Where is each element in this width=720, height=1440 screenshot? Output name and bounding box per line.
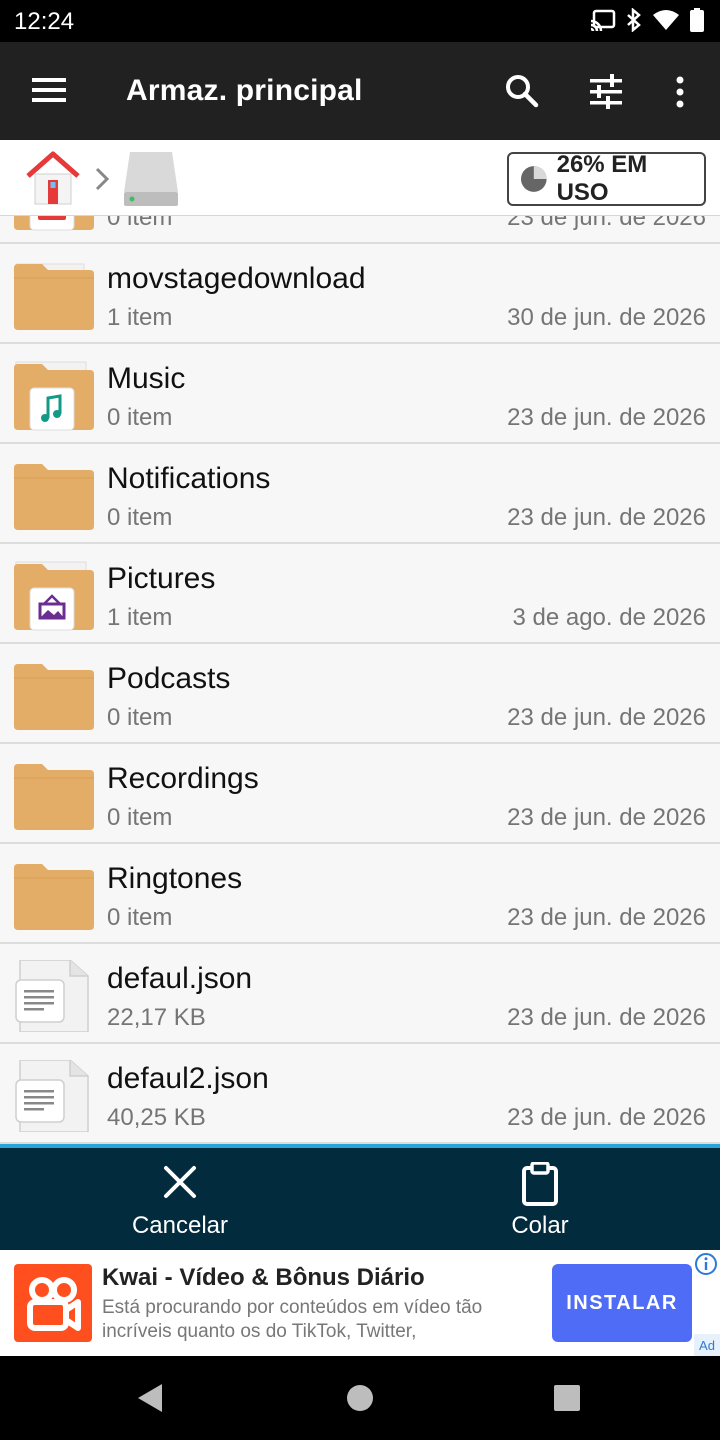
- folder-icon: [14, 664, 94, 730]
- file-date: 3 de ago. de 2026: [512, 604, 706, 631]
- home-nav-icon[interactable]: [346, 1384, 374, 1412]
- folder-icon: [14, 263, 94, 330]
- folder-icon: [14, 216, 94, 231]
- music-folder-icon: [14, 361, 94, 431]
- file-size: 0 item: [107, 804, 173, 831]
- menu-icon: [32, 78, 66, 102]
- breadcrumb-separator: [92, 164, 112, 199]
- folder-icon: [14, 864, 94, 930]
- search-button[interactable]: [498, 68, 546, 116]
- breadcrumb-home[interactable]: [24, 150, 82, 211]
- status-time: 12:24: [14, 8, 75, 35]
- paste-button[interactable]: Colar: [440, 1148, 640, 1250]
- app-bar: Armaz. principal: [0, 42, 720, 140]
- file-size: 0 item: [107, 904, 173, 931]
- list-item[interactable]: Podcasts 0 item 23 de jun. de 2026: [0, 644, 720, 744]
- file-name: Music: [107, 362, 186, 395]
- file-size: 0 item: [107, 504, 173, 531]
- cancel-label: Cancelar: [131, 1212, 229, 1239]
- info-icon[interactable]: [694, 1252, 718, 1276]
- ad-tag: Ad: [694, 1334, 720, 1356]
- file-date: 23 de jun. de 2026: [507, 404, 706, 431]
- more-options-button[interactable]: [664, 68, 696, 116]
- tune-icon: [590, 74, 622, 109]
- ad-banner[interactable]: Kwai - Vídeo & Bônus Diário Está procura…: [0, 1250, 720, 1356]
- kwai-logo-icon: [27, 1277, 81, 1331]
- wifi-icon: [653, 10, 679, 30]
- file-name: Pictures: [107, 562, 216, 595]
- list-item[interactable]: Recordings 0 item 23 de jun. de 2026: [0, 744, 720, 844]
- file-size: 0 item: [107, 404, 173, 431]
- cancel-button[interactable]: Cancelar: [80, 1148, 280, 1250]
- filter-button[interactable]: [582, 68, 630, 116]
- file-name: movstagedownload: [107, 262, 366, 295]
- folder-icon: [14, 764, 94, 830]
- pie-chart-icon: [520, 166, 547, 192]
- status-bar: 12:24: [0, 0, 720, 42]
- file-name: Podcasts: [107, 662, 231, 695]
- list-item[interactable]: Music 0 item 23 de jun. de 2026: [0, 344, 720, 444]
- file-size: 1 item: [107, 304, 173, 331]
- system-nav-bar: [0, 1356, 720, 1440]
- file-date: 23 de jun. de 2026: [507, 904, 706, 931]
- paste-action-bar: Cancelar Colar: [0, 1144, 720, 1250]
- home-icon: [26, 151, 80, 205]
- file-size: 40,25 KB: [107, 1104, 206, 1131]
- list-item[interactable]: Ringtones 0 item 23 de jun. de 2026: [0, 844, 720, 944]
- breadcrumb: 26% EM USO: [0, 140, 720, 216]
- breadcrumb-storage[interactable]: [120, 148, 182, 215]
- file-date: 23 de jun. de 2026: [507, 504, 706, 531]
- storage-usage-label: 26% EM USO: [556, 151, 648, 206]
- cast-icon: [590, 9, 616, 31]
- storage-usage-badge[interactable]: 26% EM USO: [507, 151, 706, 206]
- clipboard-icon: [522, 1162, 558, 1206]
- file-date: 23 de jun. de 2026: [507, 1104, 706, 1131]
- file-name: Ringtones: [107, 862, 243, 895]
- page-title: Armaz. principal: [126, 74, 363, 107]
- ad-title: Kwai - Vídeo & Bônus Diário: [102, 1264, 425, 1291]
- file-size: 0 item: [107, 216, 173, 231]
- folder-icon: [14, 464, 94, 530]
- file-size: 1 item: [107, 604, 173, 631]
- list-item[interactable]: Notifications 0 item 23 de jun. de 2026: [0, 444, 720, 544]
- kwai-logo: [14, 1264, 92, 1342]
- file-date: 23 de jun. de 2026: [507, 804, 706, 831]
- bluetooth-icon: [627, 8, 641, 32]
- file-size: 0 item: [107, 704, 173, 731]
- list-item[interactable]: defaul.json 22,17 KB 23 de jun. de 2026: [0, 944, 720, 1044]
- file-date: 30 de jun. de 2026: [507, 304, 706, 331]
- recents-icon[interactable]: [554, 1385, 580, 1411]
- list-item[interactable]: defaul2.json 40,25 KB 23 de jun. de 2026: [0, 1044, 720, 1144]
- list-item[interactable]: movstagedownload 1 item 30 de jun. de 20…: [0, 244, 720, 344]
- paste-label: Colar: [511, 1212, 569, 1239]
- file-size: 22,17 KB: [107, 1004, 206, 1031]
- file-name: Recordings: [107, 762, 259, 795]
- install-button[interactable]: INSTALAR: [552, 1264, 692, 1342]
- menu-button[interactable]: [22, 68, 76, 114]
- more-vert-icon: [676, 76, 684, 108]
- file-date: 23 de jun. de 2026: [507, 216, 706, 231]
- file-name: defaul.json: [107, 962, 253, 995]
- pictures-folder-icon: [14, 561, 94, 631]
- status-icons: [590, 8, 704, 32]
- file-list[interactable]: 0 item 23 de jun. de 2026 movstagedownlo…: [0, 216, 720, 1144]
- search-icon: [506, 75, 539, 108]
- chevron-right-icon: [95, 167, 110, 191]
- list-item[interactable]: 0 item 23 de jun. de 2026: [0, 216, 720, 244]
- file-date: 23 de jun. de 2026: [507, 1004, 706, 1031]
- document-icon: [15, 960, 89, 1032]
- back-icon[interactable]: [136, 1382, 166, 1414]
- file-name: defaul2.json: [107, 1062, 269, 1095]
- drive-icon: [124, 152, 178, 206]
- document-icon: [15, 1060, 89, 1132]
- ad-description: Está procurando por conteúdos em vídeo t…: [102, 1297, 483, 1342]
- file-name: Notifications: [107, 462, 271, 495]
- list-item[interactable]: Pictures 1 item 3 de ago. de 2026: [0, 544, 720, 644]
- file-date: 23 de jun. de 2026: [507, 704, 706, 731]
- battery-icon: [690, 8, 704, 32]
- close-icon: [164, 1166, 196, 1198]
